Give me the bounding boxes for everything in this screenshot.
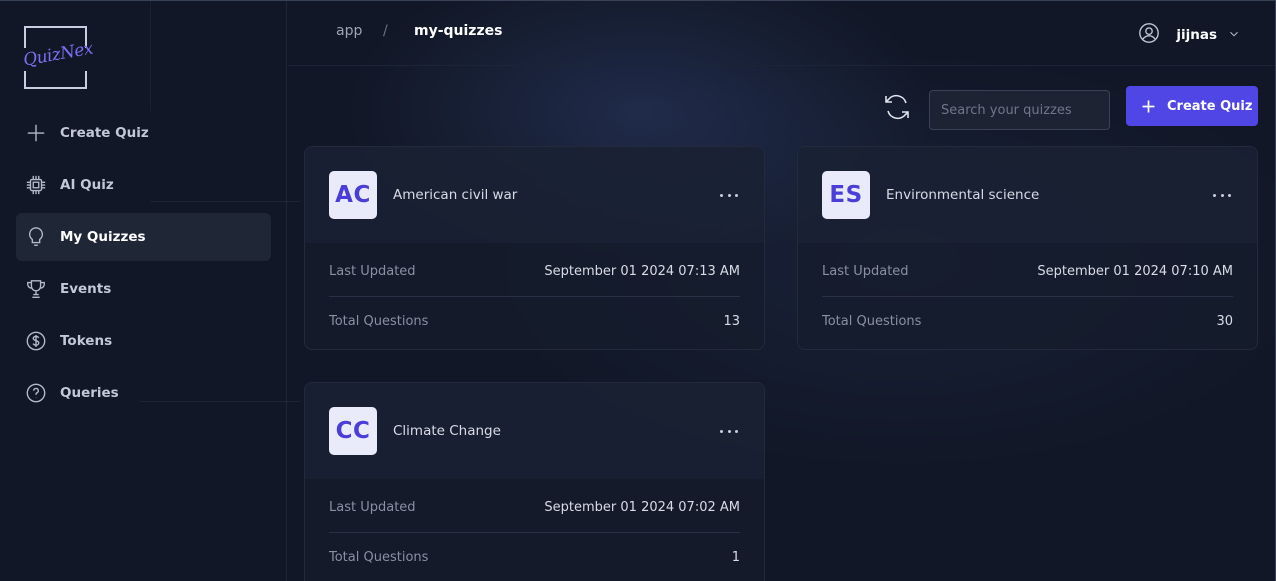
create-quiz-button[interactable]: Create Quiz — [1126, 86, 1258, 126]
sidebar-item-create-quiz[interactable]: Create Quiz — [16, 109, 271, 157]
last-updated-label: Last Updated — [329, 500, 416, 515]
refresh-icon[interactable] — [881, 91, 913, 123]
plus-icon — [25, 122, 47, 144]
sidebar-item-label: Events — [60, 281, 112, 297]
quiz-card[interactable]: CC Climate Change Last Updated September… — [304, 382, 765, 581]
more-options-icon[interactable] — [1213, 185, 1231, 205]
sidebar-item-events[interactable]: Events — [16, 265, 271, 313]
top-header: app / my-quizzes jijnas — [288, 1, 1275, 66]
plus-icon — [1142, 100, 1155, 112]
breadcrumb-separator: / — [383, 23, 388, 39]
sidebar-item-label: Create Quiz — [60, 125, 149, 141]
breadcrumb-app[interactable]: app — [336, 23, 362, 39]
quiz-card[interactable]: ES Environmental science Last Updated Se… — [797, 146, 1258, 350]
total-questions-row: Total Questions 30 — [822, 297, 1233, 345]
search-input[interactable] — [929, 90, 1110, 130]
question-circle-icon — [25, 382, 47, 404]
total-questions-value: 1 — [731, 549, 740, 565]
total-questions-label: Total Questions — [822, 313, 922, 329]
total-questions-label: Total Questions — [329, 313, 429, 329]
quiznex-logo[interactable]: QuizNex — [21, 26, 95, 89]
last-updated-label: Last Updated — [822, 264, 909, 279]
sidebar-item-label: Tokens — [60, 333, 113, 349]
username: jijnas — [1176, 27, 1217, 43]
quiz-initials-badge: CC — [329, 407, 377, 455]
quiz-title[interactable]: Climate Change — [393, 423, 501, 439]
last-updated-value: September 01 2024 07:02 AM — [544, 500, 740, 515]
last-updated-row: Last Updated September 01 2024 07:02 AM — [329, 483, 740, 533]
quiz-initials-badge: ES — [822, 171, 870, 219]
quiz-initials-badge: AC — [329, 171, 377, 219]
chevron-down-icon — [1227, 26, 1241, 45]
divider — [150, 201, 300, 202]
dollar-coin-icon — [25, 330, 47, 352]
app-window: QuizNex Create Quiz AI Quiz My Quizzes E… — [0, 0, 1276, 581]
sidebar-item-my-quizzes[interactable]: My Quizzes — [16, 213, 271, 261]
user-avatar-icon — [1138, 22, 1160, 48]
sidebar-nav: Create Quiz AI Quiz My Quizzes Events To… — [16, 109, 271, 421]
user-menu[interactable]: jijnas — [1138, 22, 1241, 48]
last-updated-row: Last Updated September 01 2024 07:10 AM — [822, 247, 1233, 297]
divider — [140, 401, 300, 402]
last-updated-label: Last Updated — [329, 264, 416, 279]
sidebar-item-label: AI Quiz — [60, 177, 114, 193]
breadcrumb-current: my-quizzes — [414, 23, 503, 39]
logo-text: QuizNex — [21, 38, 95, 71]
total-questions-label: Total Questions — [329, 549, 429, 565]
quiz-card-header: CC Climate Change — [305, 383, 764, 479]
last-updated-row: Last Updated September 01 2024 07:13 AM — [329, 247, 740, 297]
sidebar-item-queries[interactable]: Queries — [16, 369, 271, 417]
last-updated-value: September 01 2024 07:10 AM — [1037, 264, 1233, 279]
more-options-icon[interactable] — [720, 421, 738, 441]
more-options-icon[interactable] — [720, 185, 738, 205]
quiz-card-header: AC American civil war — [305, 147, 764, 243]
total-questions-value: 13 — [723, 313, 740, 329]
last-updated-value: September 01 2024 07:13 AM — [544, 264, 740, 279]
chip-icon — [25, 174, 47, 196]
quiz-title[interactable]: Environmental science — [886, 187, 1039, 203]
total-questions-row: Total Questions 13 — [329, 297, 740, 345]
trophy-icon — [25, 278, 47, 300]
quiz-card[interactable]: AC American civil war Last Updated Septe… — [304, 146, 765, 350]
sidebar-item-label: Queries — [60, 385, 119, 401]
sidebar: QuizNex Create Quiz AI Quiz My Quizzes E… — [0, 1, 300, 581]
total-questions-row: Total Questions 1 — [329, 533, 740, 581]
sidebar-item-tokens[interactable]: Tokens — [16, 317, 271, 365]
lightbulb-icon — [25, 226, 47, 248]
sidebar-item-label: My Quizzes — [60, 229, 146, 245]
quiz-title[interactable]: American civil war — [393, 187, 517, 203]
total-questions-value: 30 — [1216, 313, 1233, 329]
create-quiz-label: Create Quiz — [1167, 98, 1253, 114]
quiz-card-header: ES Environmental science — [798, 147, 1257, 243]
